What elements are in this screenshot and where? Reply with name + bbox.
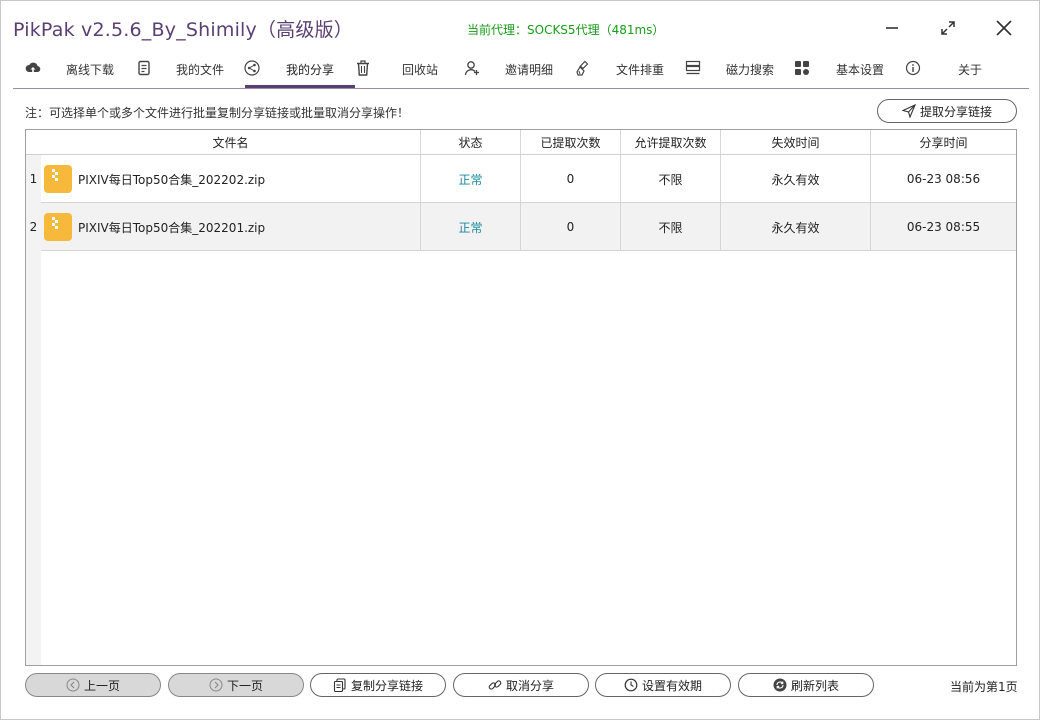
share-time-cell: 06-23 08:56 (906, 172, 981, 186)
refresh-list-label: 刷新列表 (790, 678, 839, 693)
row-number: 2 (26, 203, 41, 251)
share-icon (243, 59, 261, 77)
table-row[interactable]: 1 PIXIV每日Top50合集_202202.zip 正常 0 不限 永久有效… (26, 155, 1016, 203)
tab-my-shares[interactable]: 我的分享 (243, 53, 355, 87)
hint-note: 注：可选择单个或多个文件进行批量复制分享链接或批量取消分享操作！ (25, 106, 410, 120)
prev-page-button[interactable]: 上一页 (25, 673, 161, 697)
column-header-allowed-count[interactable]: 允许提取次数 (621, 130, 721, 154)
close-icon (996, 20, 1012, 36)
tab-about[interactable]: 关于 (905, 53, 1015, 87)
tab-invite-details[interactable]: 邀请明细 (463, 53, 575, 87)
app-title: PikPak v2.5.6_By_Shimily（高级版） (13, 19, 353, 41)
tab-label: 我的分享 (286, 63, 335, 77)
set-validity-label: 设置有效期 (641, 678, 702, 693)
file-name-cell[interactable]: PIXIV每日Top50合集_202201.zip (41, 203, 421, 251)
next-page-button[interactable]: 下一页 (168, 673, 304, 697)
column-header-expire-time[interactable]: 失效时间 (721, 130, 871, 154)
maximize-button[interactable] (931, 11, 965, 45)
tab-divider (13, 88, 1029, 89)
info-icon (904, 59, 922, 77)
storage-icon (684, 59, 702, 77)
allowed-count-cell: 不限 (621, 155, 721, 203)
copy-share-link-label: 复制分享链接 (350, 678, 423, 693)
extract-share-link-button[interactable]: 提取分享链接 (877, 99, 1017, 123)
tab-label: 我的文件 (176, 63, 225, 77)
next-page-label: 下一页 (226, 678, 263, 693)
column-header-filename[interactable]: 文件名 (41, 130, 421, 154)
tab-label: 离线下载 (66, 63, 115, 77)
tab-label: 文件排重 (616, 63, 665, 77)
title-bar: PikPak v2.5.6_By_Shimily（高级版） 当前代理：SOCKS… (1, 1, 1039, 53)
tab-label: 基本设置 (836, 63, 885, 77)
expand-icon (941, 21, 955, 35)
file-name-cell[interactable]: PIXIV每日Top50合集_202202.zip (41, 155, 421, 203)
minimize-icon (886, 27, 898, 29)
tab-label: 关于 (958, 63, 983, 77)
zip-file-icon (44, 165, 72, 193)
status-cell: 正常 (421, 155, 521, 203)
table-row[interactable]: 2 PIXIV每日Top50合集_202201.zip 正常 0 不限 永久有效… (26, 203, 1016, 251)
cancel-share-button[interactable]: 取消分享 (453, 673, 589, 697)
copy-share-link-button[interactable]: 复制分享链接 (310, 673, 446, 697)
proxy-status: 当前代理：SOCKS5代理（481ms） (467, 23, 665, 37)
shares-table: 文件名 状态 已提取次数 允许提取次数 失效时间 分享时间 1 PIXIV每日T… (25, 129, 1017, 666)
tab-recycle-bin[interactable]: 回收站 (355, 53, 465, 87)
expire-time-cell: 永久有效 (721, 203, 871, 251)
page-indicator: 当前为第1页 (950, 680, 1018, 694)
extracted-count-cell: 0 (521, 203, 621, 251)
app-window: PikPak v2.5.6_By_Shimily（高级版） 当前代理：SOCKS… (0, 0, 1040, 720)
unlink-icon (488, 680, 502, 690)
tab-file-dedup[interactable]: 文件排重 (575, 53, 685, 87)
set-validity-button[interactable]: 设置有效期 (595, 673, 731, 697)
tab-label: 邀请明细 (505, 63, 554, 77)
extracted-count-cell: 0 (521, 155, 621, 203)
status-cell: 正常 (421, 203, 521, 251)
row-number: 1 (26, 155, 41, 203)
tab-label: 回收站 (402, 63, 439, 77)
share-time-cell: 06-23 08:55 (906, 220, 981, 234)
file-name: PIXIV每日Top50合集_202201.zip (78, 220, 266, 235)
tab-basic-settings[interactable]: 基本设置 (795, 53, 905, 87)
column-header-share-time[interactable]: 分享时间 (871, 130, 1016, 154)
cancel-share-label: 取消分享 (505, 678, 554, 693)
close-button[interactable] (987, 11, 1021, 45)
chevron-left-icon (66, 678, 80, 692)
column-header-status[interactable]: 状态 (421, 130, 521, 154)
prev-page-label: 上一页 (83, 678, 120, 693)
refresh-list-button[interactable]: 刷新列表 (738, 673, 874, 697)
tab-label: 磁力搜索 (726, 63, 775, 77)
table-header: 文件名 状态 已提取次数 允许提取次数 失效时间 分享时间 (26, 130, 1016, 155)
trash-icon (354, 59, 372, 77)
tab-magnet-search[interactable]: 磁力搜索 (685, 53, 795, 87)
tab-offline-download[interactable]: 离线下载 (1, 53, 135, 87)
tab-my-files[interactable]: 我的文件 (135, 53, 245, 87)
column-header-extracted-count[interactable]: 已提取次数 (521, 130, 621, 154)
zip-file-icon (44, 213, 72, 241)
add-user-icon (463, 59, 481, 77)
cloud-upload-icon (24, 59, 42, 77)
extract-share-link-label: 提取分享链接 (919, 104, 992, 119)
grid-settings-icon (793, 59, 811, 77)
document-icon (135, 59, 153, 77)
tab-bar: 离线下载 我的文件 我的分享 回收站 邀请明细 文件排重 磁力搜索 基本设置 关… (1, 53, 1039, 87)
send-icon (901, 104, 916, 118)
expire-time-cell: 永久有效 (721, 155, 871, 203)
brush-icon (575, 59, 593, 77)
refresh-icon (773, 678, 787, 692)
allowed-count-cell: 不限 (621, 203, 721, 251)
minimize-button[interactable] (875, 11, 909, 45)
chevron-right-icon (209, 678, 223, 692)
copy-icon (333, 678, 346, 692)
clock-icon (624, 678, 638, 692)
file-name: PIXIV每日Top50合集_202202.zip (78, 172, 266, 187)
